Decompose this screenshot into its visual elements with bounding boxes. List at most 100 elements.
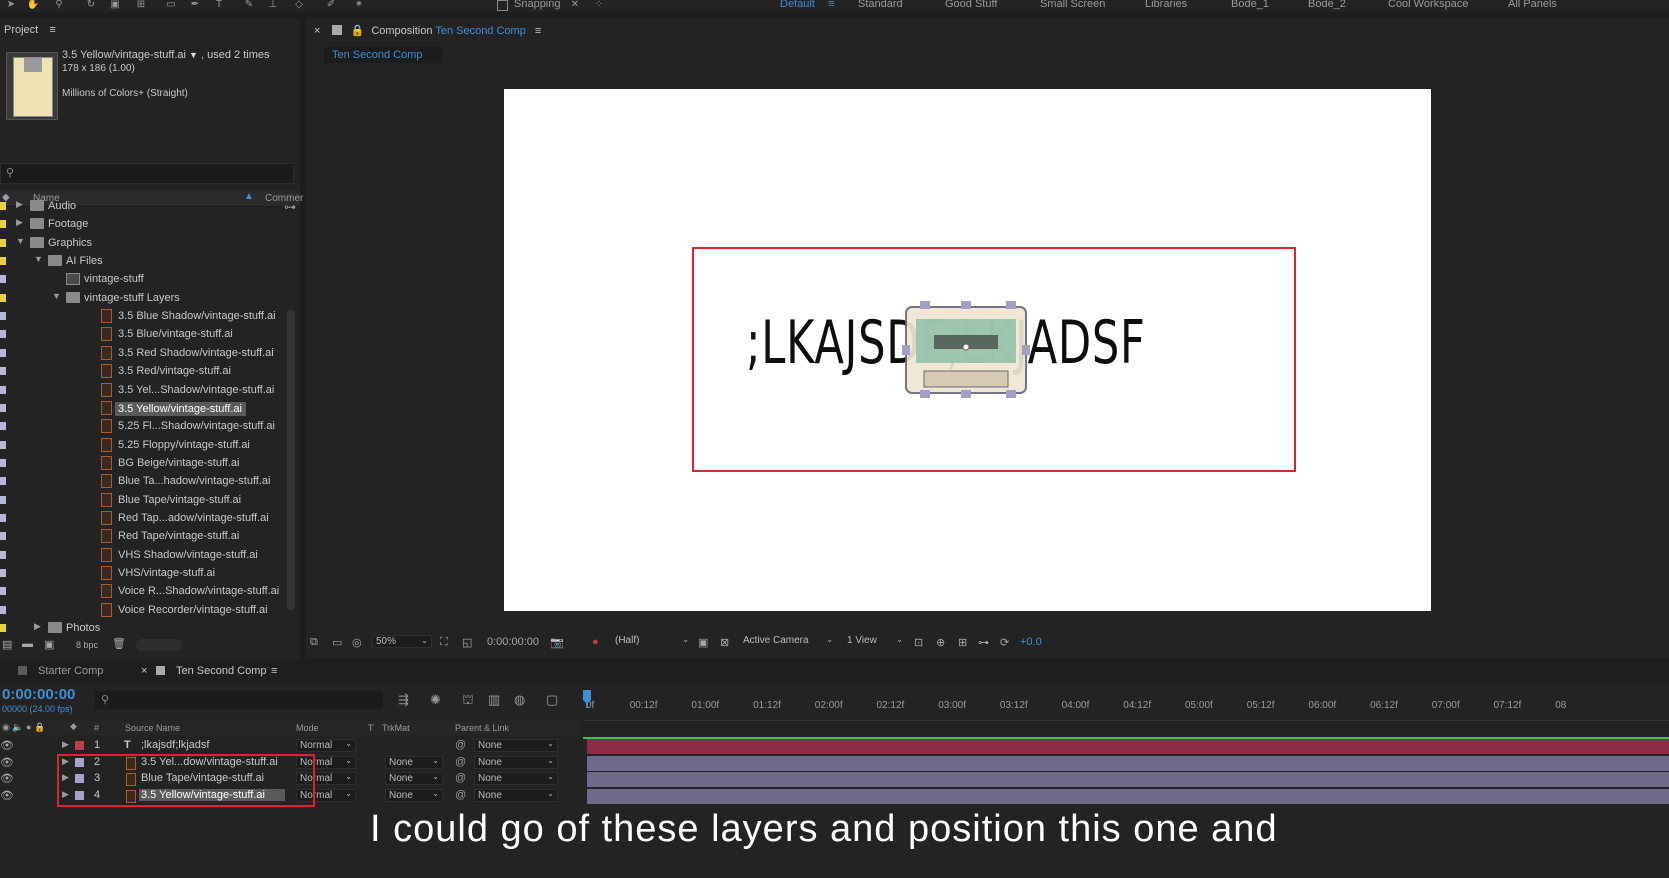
layer-duration-bar[interactable]	[587, 772, 1669, 787]
workspace-bode-1[interactable]: Bode_1	[1231, 0, 1269, 10]
label-color-swatch[interactable]	[0, 293, 6, 302]
source-name-header[interactable]: Source Name	[125, 723, 180, 733]
fit-icon[interactable]: ⛶	[440, 636, 448, 649]
layer-duration-bar[interactable]	[587, 739, 1669, 754]
cassette-tape-graphic[interactable]	[902, 301, 1030, 398]
project-item[interactable]: ▼ vintage-stuff Layers	[0, 289, 288, 308]
pen-tool-icon[interactable]: ✒	[188, 0, 202, 10]
expand-triangle-open-icon[interactable]: ▼	[52, 291, 61, 301]
label-color-swatch[interactable]	[0, 587, 6, 596]
new-folder-icon[interactable]: ▬	[22, 638, 33, 650]
close-icon[interactable]: ×	[314, 25, 320, 37]
always-preview-icon[interactable]: ⧉	[310, 636, 318, 649]
parent-select[interactable]: None ⌄	[474, 788, 558, 802]
motion-blur-icon[interactable]: ◍	[514, 692, 525, 708]
camera-select[interactable]: Active Camera ⌄	[740, 635, 836, 648]
project-item[interactable]: Blue Ta...hadow/vintage-stuff.ai	[0, 472, 288, 491]
project-search-input[interactable]: ⚲	[0, 163, 294, 184]
label-color-swatch[interactable]	[0, 513, 6, 522]
current-time[interactable]: 0:00:00:00	[487, 636, 539, 648]
label-color-swatch[interactable]	[0, 477, 6, 486]
visibility-eye-icon[interactable]: 👁	[0, 789, 14, 802]
visibility-eye-icon[interactable]: 👁	[0, 756, 14, 769]
pick-whip-icon[interactable]: @	[455, 756, 466, 768]
project-item[interactable]: ▼ Graphics	[0, 234, 288, 253]
transparency-icon[interactable]: ⊠	[720, 636, 729, 649]
workspace-all-panels[interactable]: All Panels	[1508, 0, 1557, 10]
layer-name[interactable]: ;lkajsdf;lkjadsf	[141, 739, 209, 751]
new-comp-icon[interactable]: ▣	[44, 638, 54, 651]
project-item[interactable]: BG Beige/vintage-stuff.ai	[0, 454, 288, 473]
label-color-swatch[interactable]	[0, 403, 6, 412]
clone-tool-icon[interactable]: ⊥	[266, 0, 280, 10]
camera-tool-icon[interactable]: ▣	[108, 0, 122, 10]
fast-previews-icon[interactable]: ⊕	[936, 636, 945, 649]
toggle-pixel-aspect-icon[interactable]: ⊡	[914, 636, 923, 649]
project-item[interactable]: 5.25 Floppy/vintage-stuff.ai	[0, 436, 288, 455]
project-item[interactable]: Voice Recorder/vintage-stuff.ai	[0, 601, 288, 620]
lock-icon[interactable]: 🔒	[351, 25, 365, 37]
project-item[interactable]: 5.25 Fl...Shadow/vintage-stuff.ai	[0, 417, 288, 436]
parent-select[interactable]: None ⌄	[474, 739, 558, 752]
rotate-tool-icon[interactable]: ↻	[84, 0, 98, 10]
label-color-swatch[interactable]	[0, 624, 6, 633]
visibility-eye-icon[interactable]: 👁	[0, 772, 14, 785]
label-color-swatch[interactable]	[0, 330, 6, 339]
close-icon[interactable]: ×	[141, 665, 147, 677]
trash-icon[interactable]: 🗑	[112, 637, 126, 650]
pick-whip-icon[interactable]: @	[455, 789, 466, 801]
label-color-swatch[interactable]	[0, 569, 6, 577]
snapping-checkbox[interactable]	[497, 0, 508, 11]
exposure-value[interactable]: +0.0	[1020, 636, 1042, 648]
brush-tool-icon[interactable]: ✎	[242, 0, 256, 10]
monitor-icon[interactable]: ▭	[332, 636, 342, 649]
panel-menu-icon[interactable]: ≡	[535, 25, 541, 37]
panel-menu-icon[interactable]: ≡	[49, 24, 55, 36]
expand-triangle-closed-icon[interactable]: ▶	[16, 199, 23, 210]
graph-editor-icon[interactable]: ▢	[546, 692, 558, 708]
workspace-libraries[interactable]: Libraries	[1145, 0, 1187, 10]
project-item[interactable]: Voice R...Shadow/vintage-stuff.ai	[0, 582, 288, 601]
pick-whip-icon[interactable]: @	[455, 739, 466, 751]
project-item[interactable]: ▶ Audio	[0, 197, 288, 216]
parent-select[interactable]: None ⌄	[474, 772, 558, 785]
snapshot-icon[interactable]: 📷	[550, 636, 564, 649]
project-tab[interactable]: Project ≡	[4, 24, 56, 36]
project-item[interactable]: VHS/vintage-stuff.ai	[0, 564, 288, 583]
project-item[interactable]: ▶ Footage	[0, 215, 288, 234]
label-color-swatch[interactable]	[0, 495, 6, 504]
label-color-swatch[interactable]	[0, 422, 6, 431]
layer-duration-bar[interactable]	[587, 755, 1669, 771]
layer-label-color[interactable]	[75, 741, 84, 750]
workspace-good-stuff[interactable]: Good Stuff	[945, 0, 997, 10]
vr-icon[interactable]: ◎	[352, 636, 362, 649]
label-color-swatch[interactable]	[0, 220, 6, 229]
label-color-swatch[interactable]	[0, 458, 6, 467]
draft-3d-icon[interactable]: ✺	[430, 692, 441, 708]
pick-whip-icon[interactable]: @	[455, 772, 466, 784]
trkmat-select[interactable]: None ⌄	[385, 755, 443, 769]
label-color-swatch[interactable]	[0, 348, 6, 357]
workspace-standard[interactable]: Standard	[858, 0, 903, 10]
snap-icon[interactable]: ✕	[568, 0, 582, 10]
label-color-swatch[interactable]	[0, 532, 6, 541]
eraser-tool-icon[interactable]: ◇	[292, 0, 306, 10]
shy-layers-icon[interactable]: ⛫	[462, 692, 474, 710]
interpret-footage-icon[interactable]: ▤	[2, 638, 12, 651]
label-color-swatch[interactable]	[0, 202, 6, 210]
parent-select[interactable]: None ⌄	[474, 755, 558, 769]
label-color-swatch[interactable]	[0, 257, 6, 266]
composition-flowchart-icon[interactable]: ⇶	[398, 692, 409, 708]
layer-search-input[interactable]: ⚲	[95, 691, 383, 709]
composition-tab[interactable]: × 🔒 Composition Ten Second Comp ≡	[314, 24, 541, 37]
workspace-cool-workspace[interactable]: Cool Workspace	[1388, 0, 1469, 10]
workspace-bode-2[interactable]: Bode_2	[1308, 0, 1346, 10]
flowchart-icon[interactable]: ⊶	[978, 636, 989, 649]
project-item[interactable]: 3.5 Red Shadow/vintage-stuff.ai	[0, 344, 288, 363]
layer-row[interactable]: 👁 ▶ 1 T ;lkajsdf;lkjadsf Normal ⌄ @ None ⌄	[0, 738, 580, 754]
selection-tool-icon[interactable]: ➤	[4, 0, 18, 10]
expand-triangle-open-icon[interactable]: ▼	[16, 236, 25, 246]
roto-tool-icon[interactable]: ✐	[324, 0, 338, 10]
label-color-swatch[interactable]	[0, 312, 6, 321]
project-scrollbar[interactable]	[287, 310, 295, 610]
